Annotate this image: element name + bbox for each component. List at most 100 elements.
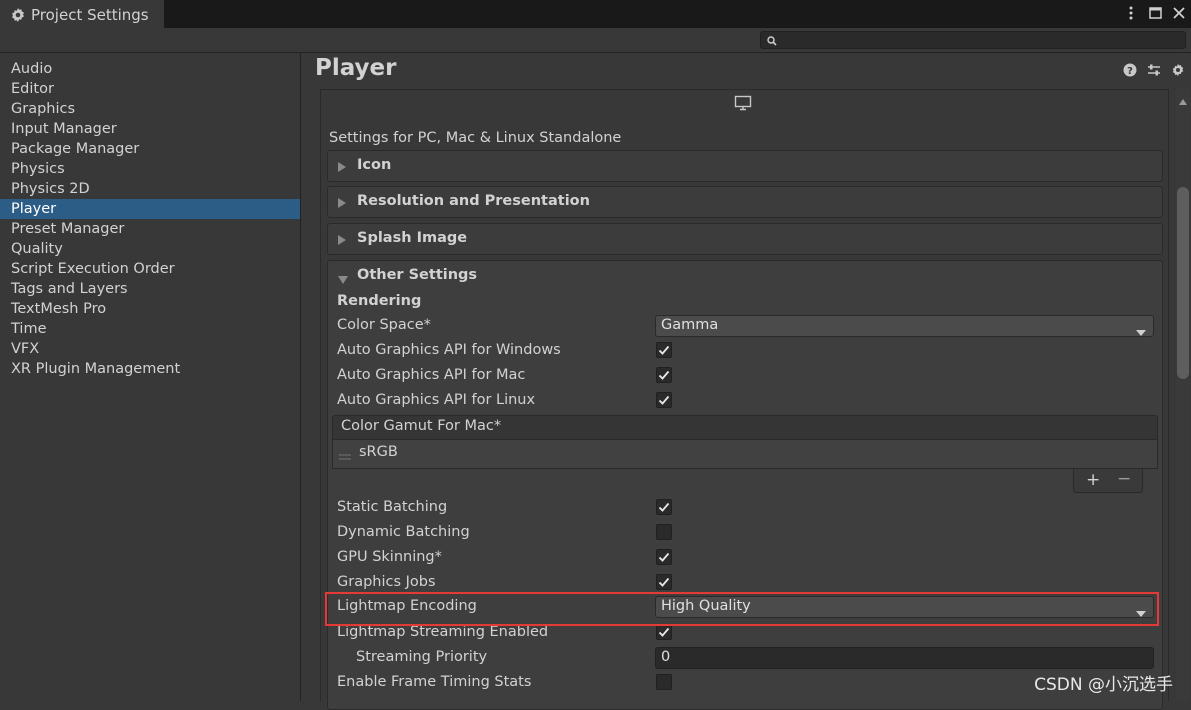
lightmap-streaming-checkbox[interactable] (656, 624, 672, 640)
foldout-resolution-section[interactable]: Resolution and Presentation (327, 186, 1163, 218)
tab-title: Project Settings (31, 6, 149, 24)
drag-handle-icon[interactable] (339, 449, 351, 460)
remove-item-button[interactable]: − (1117, 469, 1131, 489)
highlight-box (325, 592, 1159, 626)
setting-checkbox[interactable] (656, 549, 672, 565)
streaming-priority-label: Streaming Priority (356, 649, 488, 665)
help-icon[interactable]: ? (1123, 63, 1139, 79)
setting-checkbox[interactable] (656, 342, 672, 358)
sidebar-item-tags-and-layers[interactable]: Tags and Layers (0, 279, 300, 299)
list-item[interactable]: sRGB (332, 440, 1158, 469)
setting-label: Auto Graphics API for Windows (337, 342, 561, 358)
list-add-remove: + − (1073, 469, 1143, 493)
sidebar-item-time[interactable]: Time (0, 319, 300, 339)
setting-row: Static Batching (328, 496, 1162, 521)
search-bar (0, 28, 1191, 53)
setting-label: Graphics Jobs (337, 574, 436, 590)
sidebar-item-textmesh-pro[interactable]: TextMesh Pro (0, 299, 300, 319)
setting-checkbox[interactable] (656, 392, 672, 408)
settings-sidebar: Audio Editor Graphics Input Manager Package … (0, 53, 301, 701)
more-options-icon[interactable] (1123, 4, 1139, 22)
monitor-icon[interactable] (734, 95, 754, 113)
sidebar-item-preset-manager[interactable]: Preset Manager (0, 219, 300, 239)
foldout-label: Icon (357, 157, 392, 173)
foldout-icon-section[interactable]: Icon (327, 150, 1163, 182)
chevron-down-icon (1136, 324, 1146, 336)
sidebar-item-audio[interactable]: Audio (0, 59, 300, 79)
streaming-priority-field[interactable]: 0 (655, 647, 1154, 669)
svg-text:?: ? (1127, 66, 1133, 77)
sidebar-item-physics-2d[interactable]: Physics 2D (0, 179, 300, 199)
color-gamut-header: Color Gamut For Mac* (332, 415, 1158, 440)
color-space-dropdown[interactable]: Gamma (655, 315, 1154, 337)
setting-row: GPU Skinning* (328, 546, 1162, 571)
setting-row: Auto Graphics API for Mac (328, 364, 1162, 389)
color-space-label: Color Space* (337, 317, 431, 333)
frame-timing-checkbox[interactable] (656, 674, 672, 690)
foldout-other-settings[interactable]: Other Settings (328, 261, 1162, 293)
platform-subtitle: Settings for PC, Mac & Linux Standalone (329, 130, 622, 146)
setting-label: Static Batching (337, 499, 448, 515)
foldout-label: Splash Image (357, 230, 468, 246)
foldout-splash-section[interactable]: Splash Image (327, 223, 1163, 255)
lightmap-streaming-label: Lightmap Streaming Enabled (337, 624, 549, 640)
frame-timing-label: Enable Frame Timing Stats (337, 674, 532, 690)
collapsed-arrow-icon (338, 160, 348, 172)
sidebar-item-vfx[interactable]: VFX (0, 339, 300, 359)
settings-gear-icon[interactable] (1171, 63, 1187, 79)
foldout-label: Resolution and Presentation (357, 193, 590, 209)
foldout-label: Other Settings (357, 267, 478, 283)
setting-checkbox[interactable] (656, 574, 672, 590)
color-space-row: Color Space* Gamma (328, 314, 1162, 339)
sidebar-item-editor[interactable]: Editor (0, 79, 300, 99)
setting-label: GPU Skinning* (337, 549, 442, 565)
setting-checkbox[interactable] (656, 367, 672, 383)
checkmark-icon (658, 552, 670, 562)
maximize-icon[interactable] (1147, 4, 1163, 22)
list-item-label: sRGB (359, 444, 398, 460)
other-settings-section: Other Settings Rendering Color Space* Ga… (327, 260, 1163, 710)
presets-icon[interactable] (1147, 63, 1163, 79)
setting-row: Auto Graphics API for Linux (328, 389, 1162, 414)
color-gamut-label: Color Gamut For Mac* (341, 418, 502, 434)
dropdown-value: Gamma (661, 317, 719, 333)
sidebar-item-xr-plugin-management[interactable]: XR Plugin Management (0, 359, 300, 379)
expanded-arrow-icon (338, 272, 350, 284)
color-gamut-list: Color Gamut For Mac* sRGB (332, 415, 1158, 471)
sidebar-item-physics[interactable]: Physics (0, 159, 300, 179)
close-icon[interactable] (1171, 4, 1187, 22)
watermark: CSDN @小沉选手 (1034, 675, 1173, 695)
tab-project-settings[interactable]: Project Settings (0, 0, 164, 30)
sidebar-item-player[interactable]: Player (0, 199, 300, 219)
search-input[interactable] (760, 31, 1186, 49)
page-title: Player (315, 55, 397, 81)
checkmark-icon (658, 577, 670, 587)
setting-label: Auto Graphics API for Mac (337, 367, 526, 383)
checkmark-icon (658, 502, 670, 512)
section-heading-rendering: Rendering (337, 293, 422, 309)
search-icon (767, 34, 779, 46)
scrollbar-thumb[interactable] (1177, 187, 1189, 379)
sidebar-item-graphics[interactable]: Graphics (0, 99, 300, 119)
setting-row: Auto Graphics API for Windows (328, 339, 1162, 364)
scroll-up-icon[interactable] (1179, 93, 1187, 105)
setting-label: Dynamic Batching (337, 524, 470, 540)
collapsed-arrow-icon (338, 233, 348, 245)
setting-label: Auto Graphics API for Linux (337, 392, 536, 408)
sidebar-item-input-manager[interactable]: Input Manager (0, 119, 300, 139)
setting-checkbox[interactable] (656, 499, 672, 515)
platform-tabs (321, 90, 1169, 120)
checkmark-icon (658, 345, 670, 355)
title-bar: Project Settings (0, 0, 1191, 30)
vertical-scrollbar[interactable] (1176, 89, 1190, 701)
setting-checkbox[interactable] (656, 524, 672, 540)
gear-icon (10, 7, 26, 23)
sidebar-item-script-execution-order[interactable]: Script Execution Order (0, 259, 300, 279)
checkmark-icon (658, 370, 670, 380)
checkmark-icon (658, 395, 670, 405)
setting-row: Dynamic Batching (328, 521, 1162, 546)
sidebar-item-package-manager[interactable]: Package Manager (0, 139, 300, 159)
add-item-button[interactable]: + (1086, 470, 1100, 490)
sidebar-item-quality[interactable]: Quality (0, 239, 300, 259)
collapsed-arrow-icon (338, 196, 348, 208)
